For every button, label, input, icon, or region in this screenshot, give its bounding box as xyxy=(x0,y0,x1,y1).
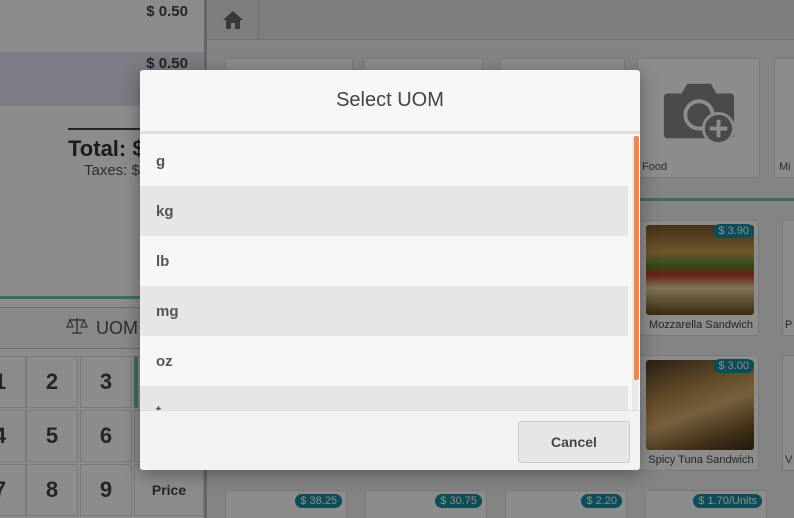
uom-option-t[interactable]: t xyxy=(140,386,628,410)
select-uom-dialog: Select UOM g kg lb mg oz t Cancel xyxy=(140,70,640,470)
uom-option-oz[interactable]: oz xyxy=(140,336,628,386)
dialog-footer: Cancel xyxy=(140,410,640,470)
uom-option-mg[interactable]: mg xyxy=(140,286,628,336)
scrollbar-thumb[interactable] xyxy=(634,136,639,380)
uom-list: g kg lb mg oz t xyxy=(140,136,628,410)
dialog-title: Select UOM xyxy=(140,70,640,134)
cancel-button[interactable]: Cancel xyxy=(518,421,630,463)
uom-option-kg[interactable]: kg xyxy=(140,186,628,236)
uom-option-g[interactable]: g xyxy=(140,136,628,186)
uom-option-lb[interactable]: lb xyxy=(140,236,628,286)
